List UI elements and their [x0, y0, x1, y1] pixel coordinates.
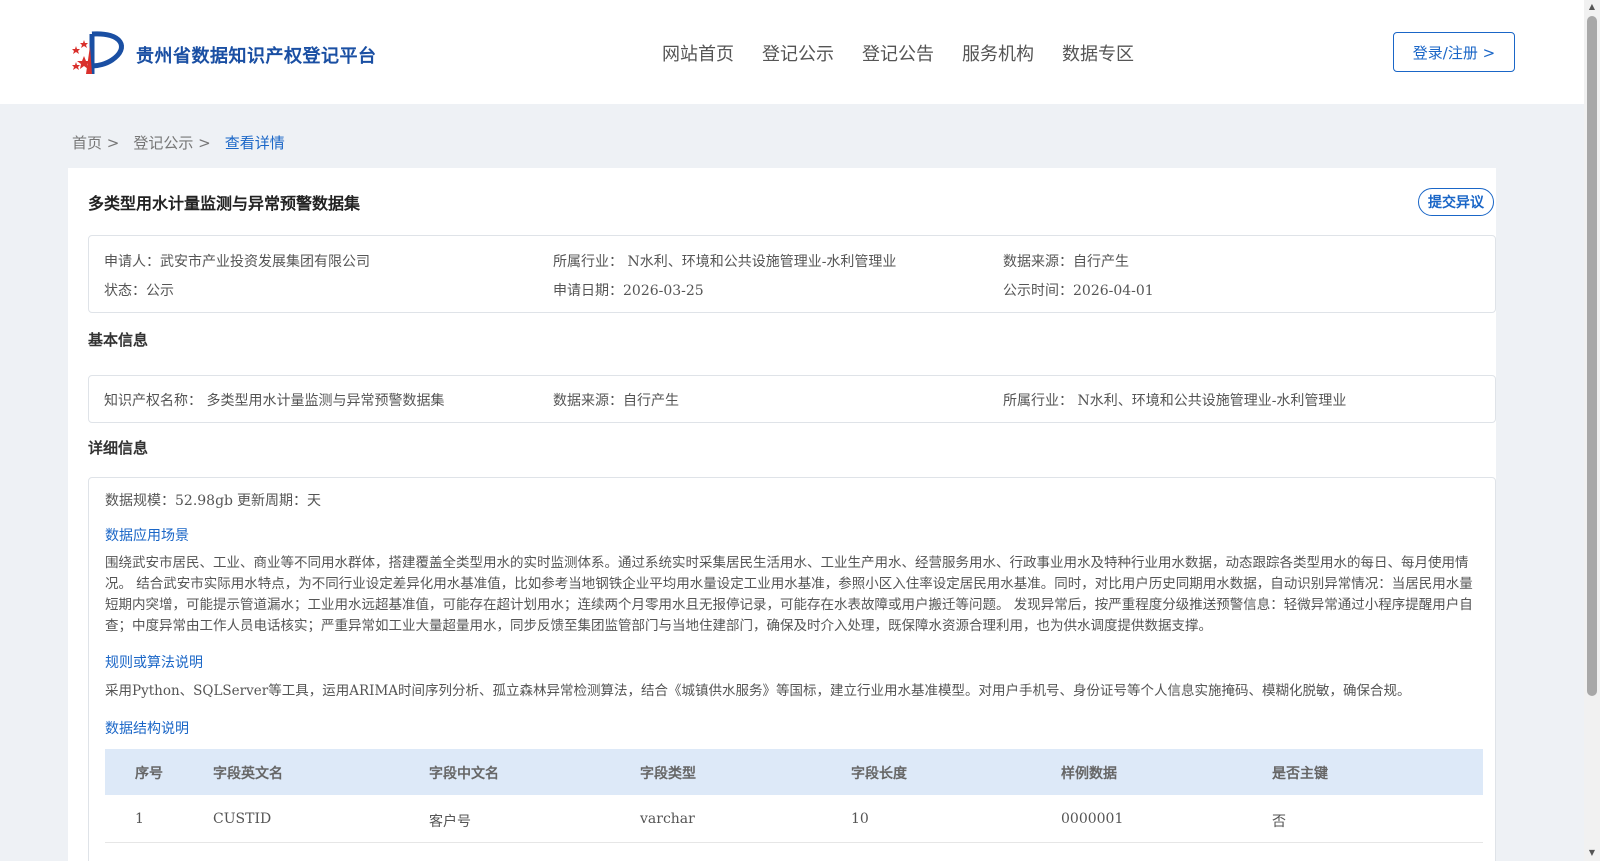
- detail-info-box: 数据规模：52.98gb 更新周期：天 数据应用场景 围绕武安市居民、工业、商业…: [88, 477, 1496, 861]
- page-title: 多类型用水计量监测与异常预警数据集: [88, 194, 361, 213]
- breadcrumb-current: 查看详情: [224, 134, 285, 152]
- cell-index: 1: [135, 811, 144, 827]
- col-field-type: 字段类型: [640, 766, 696, 782]
- cell-primary-key: 否: [1272, 814, 1286, 830]
- apply-date: 申请日期：2026-03-25: [553, 283, 704, 299]
- cell-field-type: varchar: [640, 811, 695, 827]
- scroll-down-arrow-icon[interactable]: ▼: [1587, 848, 1597, 858]
- ip-name: 知识产权名称： 多类型用水计量监测与异常预警数据集: [104, 393, 445, 409]
- nav-data-zone[interactable]: 数据专区: [1062, 40, 1134, 66]
- industry: 所属行业： N水利、环境和公共设施管理业-水利管理业: [553, 254, 897, 270]
- scroll-up-arrow-icon[interactable]: ▲: [1587, 2, 1597, 12]
- data-source: 数据来源：自行产生: [1003, 254, 1129, 270]
- breadcrumb-list[interactable]: 登记公示 >: [133, 132, 210, 153]
- breadcrumb: 首页 > 登记公示 > 查看详情: [72, 132, 285, 153]
- table-header: 序号 字段英文名 字段中文名 字段类型 字段长度 样例数据 是否主键: [105, 749, 1483, 795]
- col-field-en: 字段英文名: [213, 766, 283, 782]
- scenario-text: 围绕武安市居民、工业、商业等不同用水群体，搭建覆盖全类型用水的实时监测体系。通过…: [105, 555, 1473, 634]
- site-title[interactable]: 贵州省数据知识产权登记平台: [136, 42, 377, 68]
- nav-service-agencies[interactable]: 服务机构: [962, 40, 1034, 66]
- top-header: 贵州省数据知识产权登记平台 网站首页 登记公示 登记公告 服务机构 数据专区 登…: [0, 0, 1584, 104]
- page-scrollbar[interactable]: ▲ ▼: [1584, 0, 1600, 861]
- main-nav: 网站首页 登记公示 登记公告 服务机构 数据专区: [662, 40, 1134, 66]
- basic-data-source: 数据来源：自行产生: [553, 393, 679, 409]
- login-register-button[interactable]: 登录/注册 >: [1393, 32, 1515, 72]
- structure-heading: 数据结构说明: [105, 721, 189, 737]
- cell-sample: 0000001: [1061, 811, 1124, 827]
- rules-heading: 规则或算法说明: [105, 655, 203, 671]
- col-field-cn: 字段中文名: [429, 766, 499, 782]
- applicant: 申请人：武安市产业投资发展集团有限公司: [104, 254, 370, 270]
- site-logo-icon[interactable]: [70, 26, 130, 78]
- publish-time: 公示时间：2026-04-01: [1003, 283, 1154, 299]
- data-structure-table: 序号 字段英文名 字段中文名 字段类型 字段长度 样例数据 是否主键 1 CUS…: [105, 749, 1483, 843]
- table-row: 1 CUSTID 客户号 varchar 10 0000001 否: [105, 795, 1483, 843]
- col-primary-key: 是否主键: [1272, 766, 1328, 782]
- cell-field-length: 10: [851, 811, 869, 827]
- scrollbar-thumb[interactable]: [1587, 16, 1597, 696]
- cell-field-cn: 客户号: [429, 814, 471, 830]
- update-cycle: 更新周期：天: [237, 493, 321, 509]
- breadcrumb-home[interactable]: 首页 >: [72, 132, 119, 153]
- rules-text: 采用Python、SQLServer等工具，运用ARIMA时间序列分析、孤立森林…: [105, 683, 1411, 699]
- summary-box: 申请人：武安市产业投资发展集团有限公司 所属行业： N水利、环境和公共设施管理业…: [88, 235, 1496, 313]
- nav-registration-notice[interactable]: 登记公告: [862, 40, 934, 66]
- cell-field-en: CUSTID: [213, 811, 272, 827]
- col-field-length: 字段长度: [851, 766, 907, 782]
- col-sample: 样例数据: [1061, 766, 1117, 782]
- basic-info-box: 知识产权名称： 多类型用水计量监测与异常预警数据集 数据来源：自行产生 所属行业…: [88, 375, 1496, 423]
- nav-registration-public[interactable]: 登记公示: [762, 40, 834, 66]
- status: 状态：公示: [104, 283, 174, 299]
- detail-card: 多类型用水计量监测与异常预警数据集 提交异议 申请人：武安市产业投资发展集团有限…: [68, 168, 1496, 861]
- nav-home[interactable]: 网站首页: [662, 40, 734, 66]
- data-scale: 数据规模：52.98gb: [105, 493, 234, 509]
- basic-info-heading: 基本信息: [88, 331, 149, 349]
- submit-dispute-button[interactable]: 提交异议: [1418, 188, 1494, 216]
- detail-info-heading: 详细信息: [88, 439, 149, 457]
- scenario-heading: 数据应用场景: [105, 528, 189, 544]
- basic-industry: 所属行业： N水利、环境和公共设施管理业-水利管理业: [1003, 393, 1347, 409]
- col-index: 序号: [135, 766, 163, 782]
